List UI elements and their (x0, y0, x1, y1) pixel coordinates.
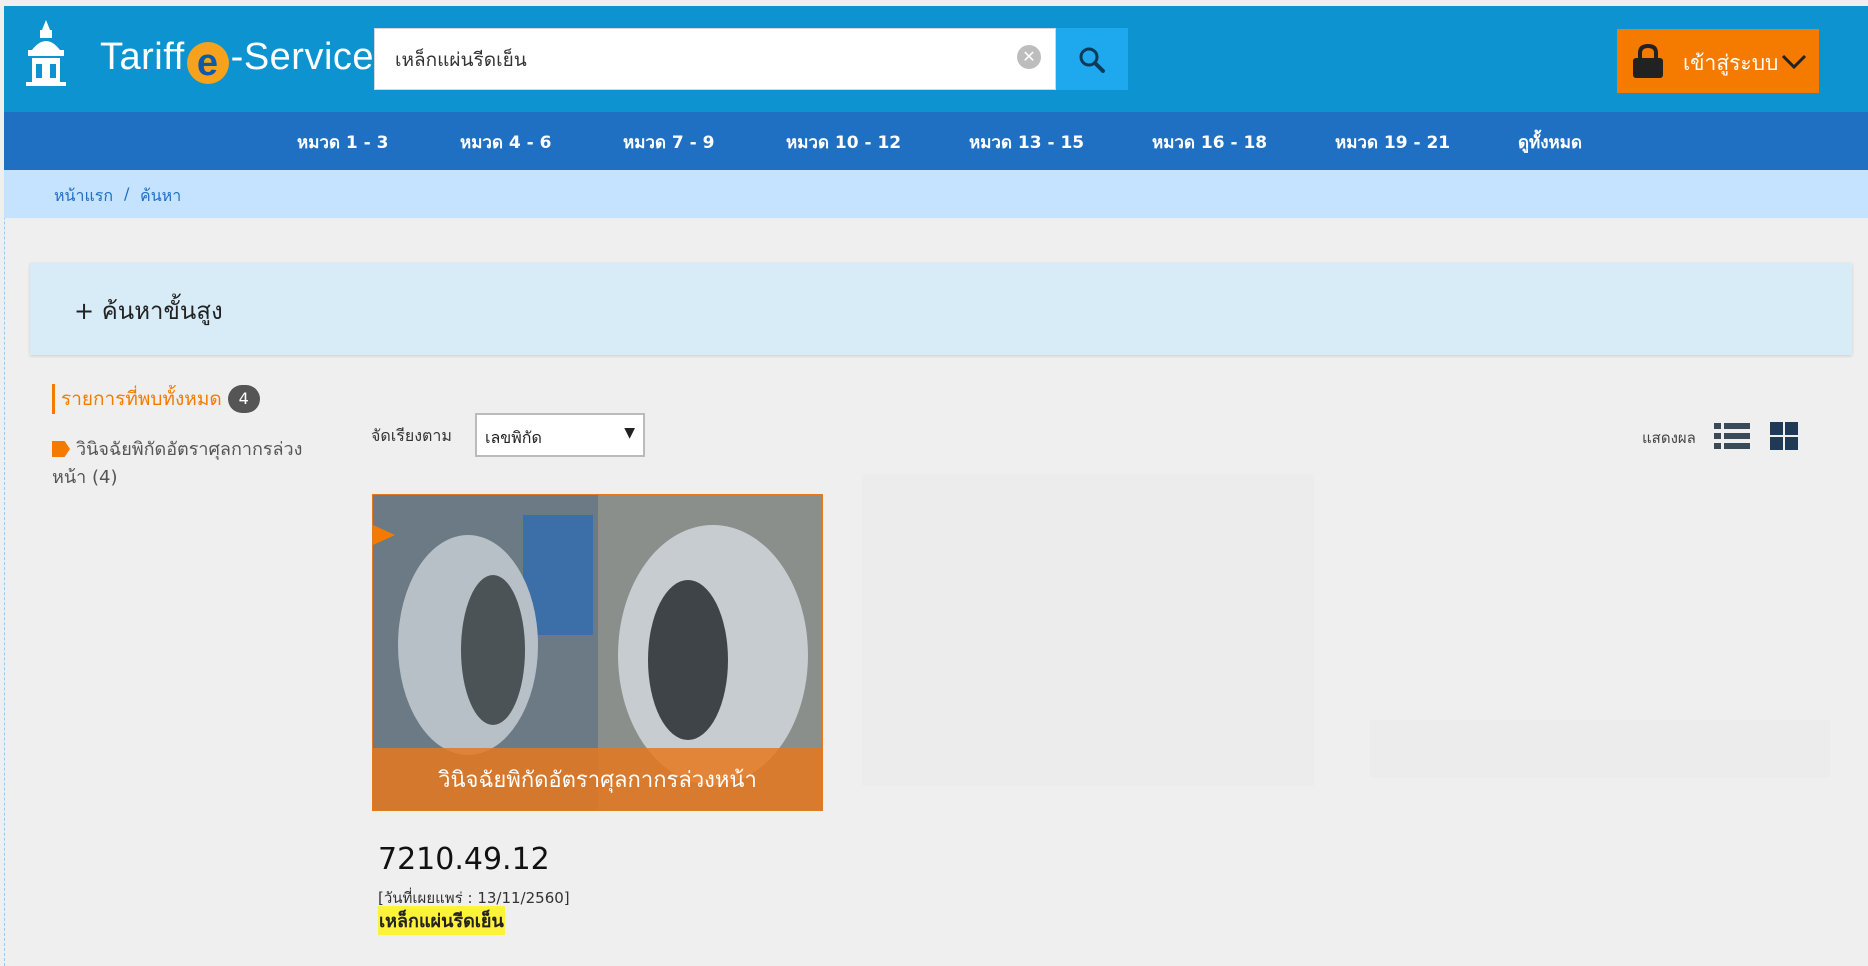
tag-icon (52, 441, 70, 457)
category-nav: หมวด 1 - 3 หมวด 4 - 6 หมวด 7 - 9 หมวด 10… (4, 112, 1868, 170)
sort-label: จัดเรียงตาม (371, 426, 452, 445)
breadcrumb-home[interactable]: หน้าแรก (54, 184, 113, 209)
nav-item-10-12[interactable]: หมวด 10 - 12 (786, 129, 901, 156)
results-found-heading: รายการที่พบทั้งหมด 4 (52, 384, 260, 414)
chevron-down-icon (1781, 54, 1807, 70)
category-filter[interactable]: วินิจฉัยพิกัดอัตราศุลกากรล่วงหน้า (4) (52, 436, 322, 492)
search-icon (1079, 47, 1105, 73)
logo-e-mark: e (186, 42, 229, 84)
advanced-search-panel[interactable]: + ค้นหาขั้นสูง (30, 263, 1852, 355)
logo-text-pre: Tariff (100, 36, 185, 78)
breadcrumb-current: ค้นหา (140, 186, 182, 205)
nav-item-4-6[interactable]: หมวด 4 - 6 (460, 129, 551, 156)
results-found-label: รายการที่พบทั้งหมด (61, 388, 222, 410)
top-header: Tariffe-Service ✕ เข้าสู่ระบบ (4, 6, 1868, 112)
breadcrumb: หน้าแรก / ค้นหา (4, 170, 1868, 218)
login-button[interactable]: เข้าสู่ระบบ (1617, 29, 1819, 93)
result-code[interactable]: 7210.49.12 (378, 842, 550, 877)
nav-item-all[interactable]: ดูทั้งหมด (1518, 129, 1582, 156)
results-count-badge: 4 (227, 385, 260, 413)
search-button[interactable] (1056, 28, 1128, 90)
nav-item-1-3[interactable]: หมวด 1 - 3 (297, 129, 388, 156)
result-card-placeholder (862, 474, 1314, 786)
result-card-placeholder (1370, 720, 1830, 778)
logo-text: Tariff e -Service (100, 36, 374, 84)
nav-item-19-21[interactable]: หมวด 19 - 21 (1335, 129, 1450, 156)
nav-item-16-18[interactable]: หมวด 16 - 18 (1152, 129, 1267, 156)
list-view-icon[interactable] (1714, 421, 1750, 451)
dropdown-arrow-icon: ▼ (624, 425, 635, 441)
result-card-image[interactable]: วินิจฉัยพิกัดอัตราศุลกากรล่วงหน้า (372, 494, 823, 811)
view-mode-label: แสดงผล (1642, 429, 1696, 447)
grid-view-icon[interactable] (1770, 421, 1798, 451)
sort-selected-value: เลขพิกัด (485, 428, 542, 447)
tariff-building-icon (26, 20, 66, 86)
breadcrumb-separator: / (124, 184, 130, 203)
result-card-banner-text: วินิจฉัยพิกัดอัตราศุลกากรล่วงหน้า (438, 768, 757, 793)
site-logo[interactable]: Tariff e -Service (24, 18, 374, 94)
login-label: เข้าสู่ระบบ (1683, 51, 1779, 75)
clear-icon[interactable]: ✕ (1017, 45, 1041, 69)
sort-select[interactable]: เลขพิกัด ▼ (475, 413, 645, 457)
category-filter-label: วินิจฉัยพิกัดอัตราศุลกากรล่วงหน้า (4) (52, 439, 303, 488)
advanced-search-toggle[interactable]: + ค้นหาขั้นสูง (74, 291, 223, 330)
nav-item-7-9[interactable]: หมวด 7 - 9 (623, 129, 714, 156)
nav-item-13-15[interactable]: หมวด 13 - 15 (969, 129, 1084, 156)
search-box: ✕ (374, 28, 1056, 90)
result-card-banner: วินิจฉัยพิกัดอัตราศุลกากรล่วงหน้า (373, 748, 822, 810)
logo-text-post: -Service (230, 36, 375, 78)
result-name[interactable]: เหล็กแผ่นรีดเย็น (378, 906, 505, 935)
search-input[interactable] (393, 43, 997, 77)
lock-icon (1633, 43, 1663, 78)
